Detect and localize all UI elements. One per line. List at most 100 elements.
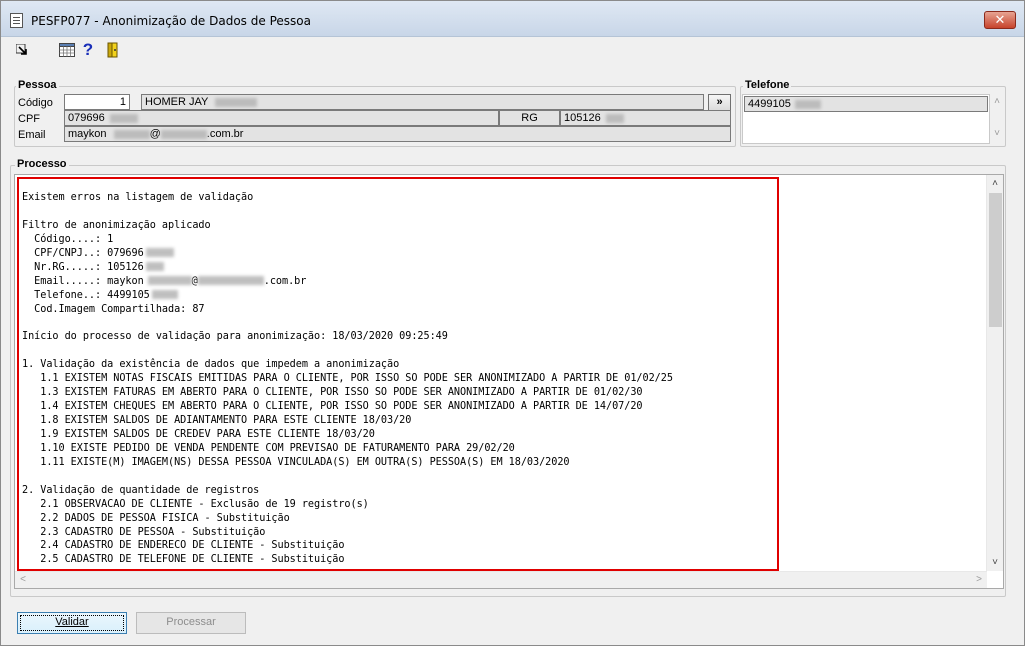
- email-at: @: [149, 128, 161, 140]
- log-line-text: 1. Validação da existência de dados que …: [22, 359, 400, 371]
- log-line: 1.8 EXISTEM SALDOS DE ADIANTAMENTO PARA …: [22, 414, 777, 428]
- log-line: 1. Validação da existência de dados que …: [22, 358, 777, 372]
- log-line: 1.11 EXISTE(M) IMAGEM(NS) DESSA PESSOA V…: [22, 456, 777, 470]
- log-line: 1.10 EXISTE PEDIDO DE VENDA PENDENTE COM…: [22, 442, 777, 456]
- email-prefix: maykon: [68, 128, 107, 140]
- log-line-text: 1.10 EXISTE PEDIDO DE VENDA PENDENTE COM…: [22, 442, 515, 454]
- log-line-text: 1.9 EXISTEM SALDOS DE CREDEV PARA ESTE C…: [22, 428, 375, 440]
- scroll-up-icon[interactable]: ˄: [987, 175, 1003, 192]
- log-line: 1.1 EXISTEM NOTAS FISCAIS EMITIDAS PARA …: [22, 372, 777, 386]
- log-line-text: 2.1 OBSERVACAO DE CLIENTE - Exclusão de …: [22, 498, 369, 510]
- title-bar: PESFP077 - Anonimização de Dados de Pess…: [1, 1, 1024, 37]
- redacted-email-domain: [160, 129, 207, 139]
- telefone-value: 4499105: [748, 98, 791, 110]
- log-line: Telefone..: 4499105: [22, 289, 777, 303]
- log-line: 2.4 CADASTRO DE ENDERECO DE CLIENTE - Su…: [22, 539, 777, 553]
- telefone-list-item[interactable]: 4499105: [744, 96, 988, 112]
- log-line: Nr.RG.....: 105126: [22, 261, 777, 275]
- log-line-text: 1.11 EXISTE(M) IMAGEM(NS) DESSA PESSOA V…: [22, 456, 570, 468]
- log-line-text: 2.2 DADOS DE PESSOA FISICA - Substituiçã…: [22, 512, 290, 524]
- rg-field: 105126: [560, 110, 731, 126]
- log-line: 2.3 CADASTRO DE PESSOA - Substituição: [22, 526, 777, 540]
- window-title: PESFP077 - Anonimização de Dados de Pess…: [31, 14, 311, 28]
- scroll-thumb[interactable]: [989, 193, 1002, 327]
- door-exit-icon[interactable]: [104, 41, 122, 59]
- log-line: 2.5 CADASTRO DE TELEFONE DE CLIENTE - Su…: [22, 553, 777, 567]
- log-line-text: 1.8 EXISTEM SALDOS DE ADIANTAMENTO PARA …: [22, 415, 412, 426]
- log-line-text: Nr.RG.....: 105126: [22, 261, 144, 273]
- log-line-text: CPF/CNPJ..: 079696: [22, 247, 144, 259]
- cpf-value: 079696: [68, 112, 105, 124]
- log-email-suffix: .com.br: [263, 275, 307, 287]
- rg-value: 105126: [564, 112, 601, 124]
- redacted-rg: [605, 113, 624, 123]
- log-line-text: 2. Validação de quantidade de registros: [22, 484, 260, 496]
- telefone-scroll-up-icon[interactable]: ˄: [989, 96, 1005, 107]
- nome-field: HOMER JAY: [141, 94, 704, 110]
- log-line: Existem erros na listagem de validação: [22, 191, 777, 205]
- log-line: 1.9 EXISTEM SALDOS DE CREDEV PARA ESTE C…: [22, 428, 777, 442]
- exit-arrow-icon[interactable]: [13, 41, 31, 59]
- email-field: maykon @ .com.br: [64, 126, 731, 142]
- log-line-text: 2.4 CADASTRO DE ENDERECO DE CLIENTE - Su…: [22, 540, 345, 552]
- nome-value: HOMER JAY: [145, 96, 209, 108]
- telefone-scroll-down-icon[interactable]: ˅: [989, 128, 1005, 139]
- log-line: 1.3 EXISTEM FATURAS EM ABERTO PARA O CLI…: [22, 386, 777, 400]
- log-line-text: Telefone..: 4499105: [22, 289, 150, 301]
- scroll-left-icon[interactable]: <: [15, 572, 31, 588]
- log-line-text: 1.4 EXISTEM CHEQUES EM ABERTO PARA O CLI…: [22, 401, 643, 413]
- telefone-list[interactable]: 4499105: [742, 94, 990, 144]
- codigo-input[interactable]: 1: [64, 94, 130, 110]
- log-line-text: Filtro de anonimização aplicado: [22, 219, 211, 231]
- processo-log-area[interactable]: Existem erros na listagem de validação Fi…: [14, 174, 1004, 589]
- log-line: 1.4 EXISTEM CHEQUES EM ABERTO PARA O CLI…: [22, 400, 777, 414]
- telefone-scrollbar[interactable]: ˄ ˅: [989, 94, 1005, 144]
- processar-button[interactable]: Processar: [136, 612, 246, 634]
- log-line: Cod.Imagem Compartilhada: 87: [22, 303, 777, 317]
- validation-log: Existem erros na listagem de validação Fi…: [17, 177, 779, 571]
- validar-button[interactable]: Validar: [17, 612, 127, 634]
- cpf-label: CPF: [18, 113, 40, 125]
- log-line: 2. Validação de quantidade de registros: [22, 484, 777, 498]
- log-line-text: Código....: 1: [22, 233, 114, 245]
- email-suffix: .com.br: [206, 128, 244, 140]
- calendar-grid-icon[interactable]: [58, 41, 76, 59]
- log-line: Email.....: maykon @ .com.br: [22, 275, 777, 289]
- rg-label: RG: [499, 110, 560, 126]
- document-icon: [10, 13, 23, 28]
- pessoa-group-label: Pessoa: [16, 79, 59, 91]
- log-line-text: 2.5 CADASTRO DE TELEFONE DE CLIENTE - Su…: [22, 554, 345, 566]
- log-vertical-scrollbar[interactable]: ˄ ˅: [986, 175, 1003, 571]
- log-line: Filtro de anonimização aplicado: [22, 219, 777, 233]
- log-line-text: Email.....: maykon: [22, 275, 144, 287]
- redacted-value: [147, 276, 192, 286]
- log-horizontal-scrollbar[interactable]: < >: [15, 571, 987, 588]
- log-line: 2.1 OBSERVACAO DE CLIENTE - Exclusão de …: [22, 498, 777, 512]
- search-pessoa-button[interactable]: »: [708, 94, 731, 111]
- redacted-value: [145, 248, 174, 258]
- cpf-field: 079696: [64, 110, 499, 126]
- codigo-label: Código: [18, 97, 53, 109]
- redacted-telefone: [794, 99, 821, 109]
- log-line: Início do processo de validação para ano…: [22, 330, 777, 344]
- log-line-text: 1.3 EXISTEM FATURAS EM ABERTO PARA O CLI…: [22, 387, 643, 399]
- log-line: 2.2 DADOS DE PESSOA FISICA - Substituiçã…: [22, 512, 777, 526]
- redacted-value: [145, 262, 164, 272]
- redacted-surname: [215, 97, 258, 107]
- log-line-text: Existem erros na listagem de validação: [22, 192, 254, 203]
- processo-group-label: Processo: [15, 158, 69, 170]
- redacted-email-user: [113, 129, 150, 139]
- log-line: CPF/CNPJ..: 079696: [22, 247, 777, 261]
- log-line-text: Início do processo de validação para ano…: [22, 331, 448, 343]
- scroll-down-icon[interactable]: ˅: [987, 554, 1003, 571]
- log-line: Código....: 1: [22, 233, 777, 247]
- close-button[interactable]: ✕: [984, 11, 1016, 29]
- redacted-value: [151, 290, 178, 300]
- redacted-cpf: [109, 113, 138, 123]
- scroll-right-icon[interactable]: >: [971, 572, 987, 588]
- log-line-text: 1.1 EXISTEM NOTAS FISCAIS EMITIDAS PARA …: [22, 373, 673, 385]
- log-line-text: Cod.Imagem Compartilhada: 87: [22, 303, 205, 315]
- help-icon[interactable]: ?: [79, 40, 97, 59]
